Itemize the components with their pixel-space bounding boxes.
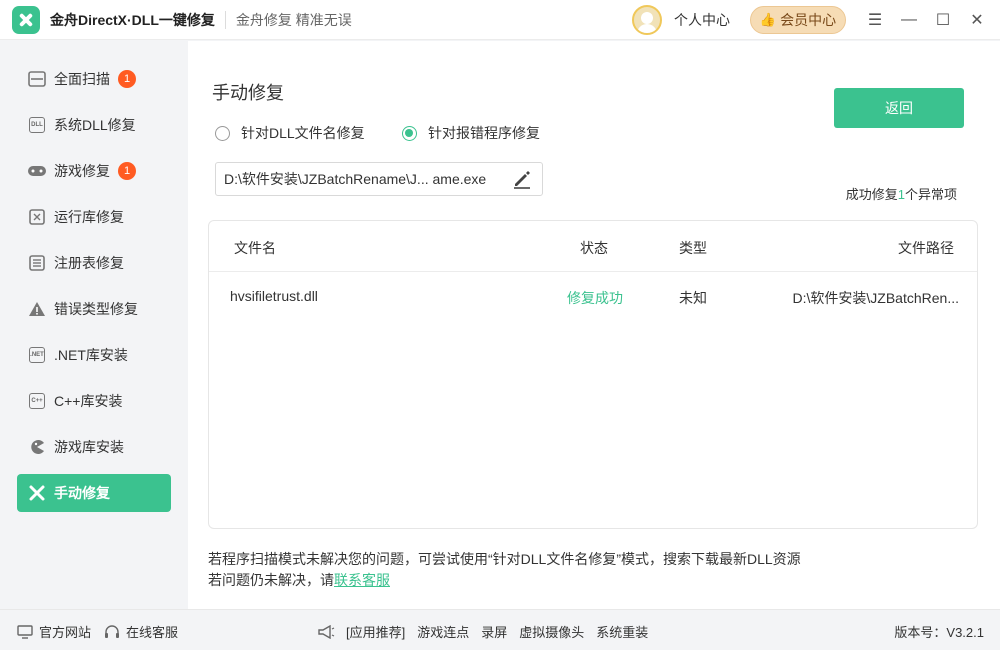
- title-bar: 金舟DirectX·DLL一键修复 金舟修复 精准无误 个人中心 👍 会员中心 …: [0, 0, 1000, 40]
- recommend-section: [应用推荐] 游戏连点 录屏 虚拟摄像头 系统重装: [316, 622, 648, 641]
- sidebar: 全面扫描 1 DLL 系统DLL修复 游戏修复 1 运行库修复 注册表修复 错误…: [0, 41, 188, 609]
- hint-line-1: 若程序扫描模式未解决您的问题，可尝试使用“针对DLL文件名修复”模式，搜索下载最…: [208, 551, 801, 567]
- column-header-type: 类型: [679, 240, 707, 256]
- sidebar-item-runtime-repair[interactable]: 运行库修复: [17, 198, 171, 236]
- radio-label: 针对DLL文件名修复: [241, 125, 365, 141]
- sidebar-item-game-lib[interactable]: 游戏库安装: [17, 428, 171, 466]
- online-service-link[interactable]: 在线客服: [104, 622, 178, 641]
- sidebar-item-label: 手动修复: [54, 485, 110, 501]
- list-icon: [27, 254, 47, 272]
- sidebar-item-net-install[interactable]: .NET .NET库安装: [17, 336, 171, 374]
- help-hint: 若程序扫描模式未解决您的问题，可尝试使用“针对DLL文件名修复”模式，搜索下载最…: [208, 549, 801, 591]
- minimize-icon[interactable]: —: [894, 11, 924, 29]
- column-header-path: 文件路径: [898, 240, 954, 256]
- footer-link-recommend[interactable]: [应用推荐]: [346, 622, 405, 641]
- result-prefix: 成功修复: [845, 187, 898, 202]
- sidebar-item-label: .NET库安装: [54, 347, 128, 363]
- radio-error-program[interactable]: 针对报错程序修复: [402, 123, 540, 143]
- thumbs-up-icon: 👍: [759, 12, 777, 27]
- hint-line-2: 若问题仍未解决，请联系客服: [208, 570, 801, 591]
- maximize-icon[interactable]: ☐: [928, 10, 958, 30]
- sidebar-item-game-repair[interactable]: 游戏修复 1: [17, 152, 171, 190]
- footer-link-auto-clicker[interactable]: 游戏连点: [417, 622, 469, 641]
- result-suffix: 个异常项: [904, 187, 957, 202]
- program-path-field[interactable]: D:\软件安装\JZBatchRename\J... ame.exe: [215, 162, 543, 196]
- close-icon[interactable]: ✕: [962, 10, 992, 30]
- program-path-value: D:\软件安装\JZBatchRename\J... ame.exe: [224, 171, 487, 187]
- sidebar-item-label: 游戏库安装: [54, 439, 124, 455]
- page-title: 手动修复: [212, 83, 284, 103]
- radio-label: 针对报错程序修复: [428, 125, 540, 141]
- notification-badge: 1: [118, 70, 136, 88]
- edit-pencil-icon[interactable]: [512, 169, 532, 189]
- title-divider: [224, 10, 226, 29]
- sidebar-item-label: 全面扫描: [54, 71, 110, 87]
- sidebar-item-label: 注册表修复: [54, 255, 124, 271]
- vs-icon: [27, 208, 47, 226]
- table-row[interactable]: hvsifiletrust.dll 修复成功 未知 D:\软件安装\JZBatc…: [209, 272, 977, 322]
- sidebar-item-registry-repair[interactable]: 注册表修复: [17, 244, 171, 282]
- app-slogan: 金舟修复 精准无误: [235, 11, 352, 28]
- sidebar-item-cpp-install[interactable]: C++ C++库安装: [17, 382, 171, 420]
- headset-icon: [105, 624, 119, 638]
- result-count: 1: [897, 187, 905, 202]
- online-service-label: 在线客服: [126, 625, 179, 640]
- scan-icon: [27, 70, 47, 88]
- footer-link-screen-record[interactable]: 录屏: [481, 622, 507, 641]
- tools-icon: [27, 484, 47, 502]
- hint-line-2-text: 若问题仍未解决，请: [208, 572, 334, 588]
- table-header: 文件名 状态 类型 文件路径: [209, 221, 977, 272]
- app-logo-icon: [12, 5, 40, 34]
- cpp-icon: C++: [27, 392, 47, 410]
- back-button[interactable]: 返回: [834, 88, 964, 128]
- sidebar-item-label: 错误类型修复: [54, 301, 138, 317]
- footer-link-system-reinstall[interactable]: 系统重装: [596, 622, 648, 641]
- megaphone-icon: [318, 624, 335, 639]
- footer-link-virtual-camera[interactable]: 虚拟摄像头: [519, 622, 584, 641]
- sidebar-item-label: 游戏修复: [54, 163, 110, 179]
- sidebar-item-system-dll[interactable]: DLL 系统DLL修复: [17, 106, 171, 144]
- row-status: 修复成功: [567, 290, 623, 306]
- sidebar-item-error-type[interactable]: 错误类型修复: [17, 290, 171, 328]
- pacman-icon: [27, 438, 47, 456]
- sidebar-item-full-scan[interactable]: 全面扫描 1: [17, 60, 171, 98]
- user-avatar[interactable]: [632, 5, 662, 35]
- app-title: 金舟DirectX·DLL一键修复: [50, 11, 215, 28]
- sidebar-item-manual-repair[interactable]: 手动修复: [17, 474, 171, 512]
- gamepad-icon: [27, 162, 47, 180]
- sidebar-item-label: 系统DLL修复: [54, 117, 136, 133]
- contact-service-link[interactable]: 联系客服: [334, 572, 390, 588]
- column-header-filename: 文件名: [234, 240, 276, 256]
- row-filename: hvsifiletrust.dll: [230, 288, 318, 304]
- menu-icon[interactable]: ☰: [860, 10, 890, 30]
- row-type: 未知: [679, 290, 707, 306]
- official-website-link[interactable]: 官方网站: [17, 622, 91, 641]
- footer-bar: 官方网站 在线客服 [应用推荐] 游戏连点 录屏 虚拟摄像头 系统重装 版本号：…: [0, 609, 1000, 650]
- repair-result-summary: 成功修复1个异常项: [846, 184, 957, 203]
- radio-dll-filename[interactable]: 针对DLL文件名修复: [215, 123, 365, 143]
- row-path: D:\软件安装\JZBatchRen...: [792, 290, 959, 306]
- net-icon: .NET: [27, 346, 47, 364]
- main-panel: 手动修复 返回 针对DLL文件名修复 针对报错程序修复 D:\软件安装\JZBa…: [188, 41, 1000, 609]
- results-table: 文件名 状态 类型 文件路径 hvsifiletrust.dll 修复成功 未知…: [208, 220, 978, 529]
- dll-icon: DLL: [27, 116, 47, 134]
- monitor-icon: [17, 624, 33, 639]
- radio-unchecked-icon[interactable]: [215, 125, 230, 141]
- column-header-status: 状态: [580, 240, 608, 256]
- version-label: 版本号：V3.2.1: [894, 625, 984, 640]
- radio-checked-icon[interactable]: [402, 125, 417, 141]
- notification-badge: 1: [118, 162, 136, 180]
- sidebar-item-label: 运行库修复: [54, 209, 124, 225]
- vip-center-button[interactable]: 👍 会员中心: [750, 6, 846, 34]
- vip-center-label: 会员中心: [780, 12, 837, 28]
- user-center-link[interactable]: 个人中心: [674, 10, 730, 30]
- official-website-label: 官方网站: [39, 625, 92, 640]
- warning-icon: [27, 300, 47, 318]
- sidebar-item-label: C++库安装: [54, 393, 123, 409]
